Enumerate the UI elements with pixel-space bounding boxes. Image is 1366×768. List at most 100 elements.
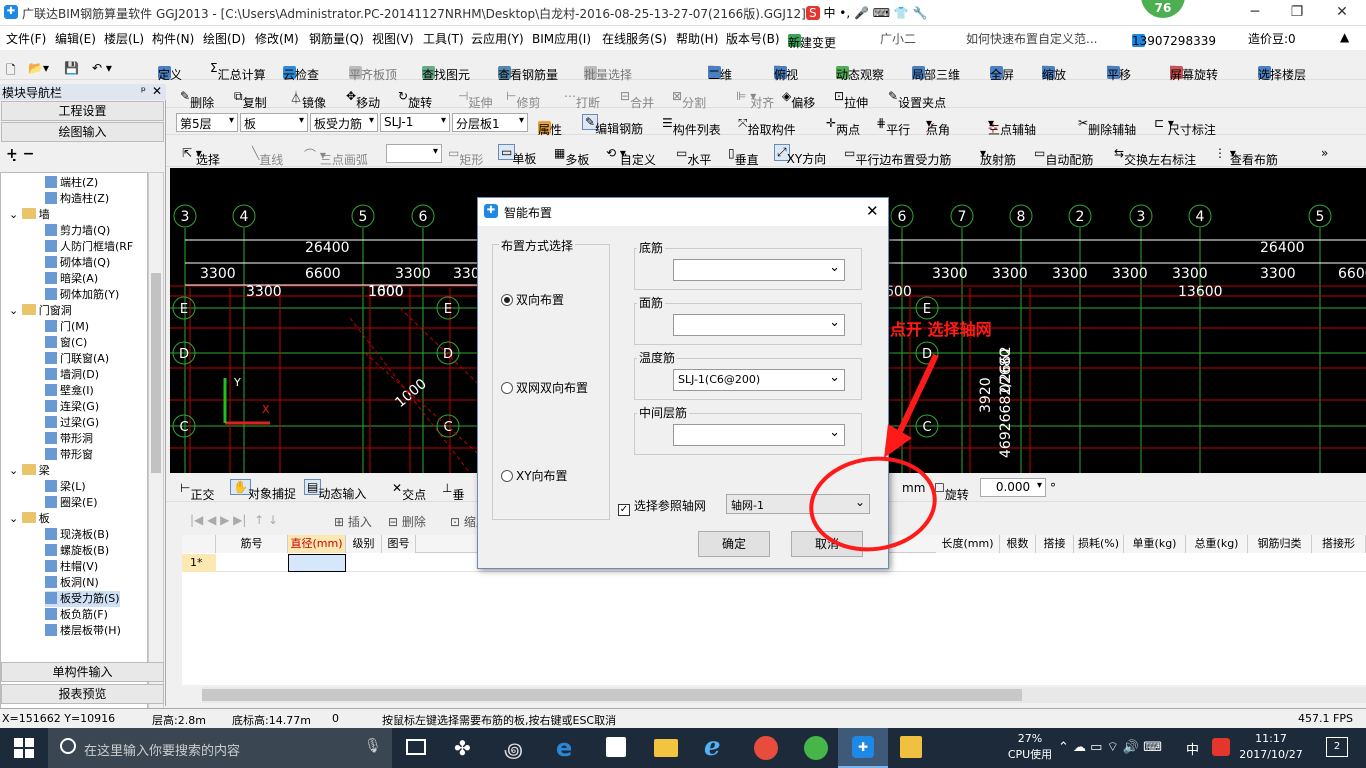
ref-axis-check-icon[interactable]: ✓ <box>618 504 630 516</box>
table-hscrollbar[interactable] <box>202 687 1366 703</box>
merge-button[interactable]: ⊟ 合并 <box>620 89 654 110</box>
menu-version[interactable]: 版本号(B) <box>726 30 780 47</box>
tree-folder[interactable]: ⌄ 板 <box>9 511 50 527</box>
multi-slab-button[interactable]: ▦ 多板 <box>554 146 589 167</box>
col-diameter[interactable]: 直径(mm) <box>288 535 346 553</box>
tree-item[interactable]: 剪力墙(Q) <box>45 223 110 239</box>
xy-direction-button[interactable]: ⤢ XY方向 <box>774 144 826 166</box>
report-preview-button[interactable]: 报表预览 <box>1 684 164 704</box>
radial-rebar-button[interactable]: 放射筋 ▾ <box>980 146 1016 167</box>
ie-icon[interactable]: ℯ <box>704 732 721 762</box>
set-grip-button[interactable]: ✎ 设置夹点 <box>888 89 946 110</box>
col-bar-no[interactable]: 筋号 <box>216 535 288 553</box>
menu-view[interactable]: 视图(V) <box>372 30 414 47</box>
middle-rebar-select[interactable] <box>673 424 845 446</box>
type-select[interactable]: 板 <box>240 113 308 132</box>
tree-item[interactable]: 带形窗 <box>45 447 93 463</box>
menu-online[interactable]: 在线服务(S) <box>602 30 667 47</box>
tree-folder[interactable]: ⌄ 门窗洞 <box>9 303 72 319</box>
active-cell[interactable] <box>288 554 346 572</box>
sogou-browser-icon[interactable] <box>754 736 778 760</box>
col-unit-weight[interactable]: 单重(kg) <box>1124 535 1186 553</box>
project-settings-button[interactable]: 工程设置 <box>1 101 164 121</box>
radio-xy-dot[interactable] <box>501 470 513 482</box>
edit-rebar-button[interactable]: ✎ 编辑钢筋 <box>582 114 643 136</box>
tree-item[interactable]: 人防门框墙(RF <box>45 239 133 255</box>
col-loss[interactable]: 损耗(%) <box>1074 535 1124 553</box>
menu-floor[interactable]: 楼层(L) <box>104 30 144 47</box>
bottom-rebar-select[interactable] <box>673 259 845 281</box>
component-list-button[interactable]: ☰ 构件列表 <box>662 116 721 137</box>
dimension-button[interactable]: ⊏ 尺寸标注 ▾ <box>1154 116 1216 137</box>
break-button[interactable]: ⋯ 打断 <box>564 89 600 110</box>
tree-item[interactable]: 构造柱(Z) <box>45 191 109 207</box>
horizontal-button[interactable]: ▭ 水平 <box>676 146 711 167</box>
nav-first-icon[interactable]: |◀ ◀ ▶ ▶| ↑ ↓ <box>190 513 278 527</box>
pinwheel-app-icon[interactable]: ✤ <box>454 736 471 760</box>
pin-icon[interactable]: ᵖ <box>141 84 146 98</box>
shape-select[interactable] <box>386 144 442 163</box>
menu-tools[interactable]: 工具(T) <box>423 30 464 47</box>
custom-button[interactable]: ⟲ 自定义 ▾ <box>606 146 656 167</box>
tree-item[interactable]: 带形洞 <box>45 431 93 447</box>
menu-modify[interactable]: 修改(M) <box>255 30 299 47</box>
split-button[interactable]: ⊠ 分割 <box>672 89 706 110</box>
rotate-checkbox[interactable]: ☐ 旋转 <box>934 481 969 502</box>
edge-icon[interactable]: e <box>556 734 572 762</box>
layer-select[interactable]: 分层板1 <box>452 113 528 132</box>
col-category[interactable]: 钢筋归类 <box>1248 535 1312 553</box>
save-icon[interactable]: 💾 <box>64 61 79 75</box>
copy-button[interactable]: ⧉ 复制 <box>234 89 267 110</box>
delete-button[interactable]: ✎ 删除 <box>180 89 214 110</box>
clock[interactable]: 11:17 2017/10/27 <box>1238 731 1304 763</box>
col-grade[interactable]: 级别 <box>346 535 382 553</box>
drawing-input-button[interactable]: 绘图输入 <box>1 122 164 142</box>
tree-folder[interactable]: ⌄ 墙 <box>9 207 50 223</box>
minimize-button[interactable]: ─ <box>1238 2 1272 22</box>
tree-item[interactable]: 壁龛(I) <box>45 383 94 399</box>
expand-collapse-icons[interactable]: +̣ − <box>6 146 34 162</box>
tree-item[interactable]: 暗梁(A) <box>45 271 98 287</box>
axis-dropdown-icon[interactable]: ⌄ <box>855 495 865 509</box>
subtype-select[interactable]: 板受力筋 <box>310 113 378 132</box>
tree-item[interactable]: 柱帽(V) <box>45 559 98 575</box>
menu-draw[interactable]: 绘图(D) <box>203 30 246 47</box>
menu-new-change[interactable]: 新建变更 ▾ <box>788 30 836 50</box>
ime-indicator[interactable]: 中 <box>1186 739 1199 758</box>
move-button[interactable]: ✥ 移动 <box>346 89 380 110</box>
tree-item[interactable]: 门联窗(A) <box>45 351 109 367</box>
radio-bidirectional[interactable]: 双向布置 <box>501 291 564 308</box>
dynamic-input-toggle[interactable]: ▤ 动态输入 <box>304 479 366 501</box>
taskbar-search[interactable]: 在这里输入你要搜索的内容 🎙 <box>48 728 392 768</box>
rotate-button[interactable]: ↻ 旋转 <box>398 89 432 110</box>
extend-button[interactable]: ⊣ 延伸 <box>458 89 492 110</box>
temperature-rebar-select[interactable]: SLJ-1(C6@200) <box>673 369 845 391</box>
summary-calc-button[interactable]: Σ 汇总计算 <box>210 61 266 82</box>
menu-edit[interactable]: 编辑(E) <box>55 30 96 47</box>
radio-xy[interactable]: XY向布置 <box>501 467 568 484</box>
360-browser-icon[interactable] <box>804 736 828 760</box>
tree-item[interactable]: 过梁(G) <box>45 415 99 431</box>
chevron-down-icon[interactable]: ⌄ <box>9 512 22 525</box>
sogou-tray-icon[interactable] <box>1212 738 1230 756</box>
tree-item[interactable]: 端柱(Z) <box>45 175 98 191</box>
menu-tip-link[interactable]: 如何快速布置自定义范... <box>966 30 1097 47</box>
two-points-button[interactable]: ✛ 两点 <box>826 116 860 137</box>
tree-item[interactable]: 砌体加筋(Y) <box>45 287 119 303</box>
undo-icon[interactable]: ↶ ▾ <box>92 61 112 75</box>
tree-item[interactable]: 螺旋板(B) <box>45 543 109 559</box>
tray-icons[interactable]: ⌃ ☁ ▭ ⌔ 🔊 ⌨ <box>1058 739 1162 755</box>
tree-item[interactable]: 现浇板(B) <box>45 527 109 543</box>
col-lap[interactable]: 搭接 <box>1036 535 1074 553</box>
menu-rebar[interactable]: 钢筋量(Q) <box>309 30 364 47</box>
select-button[interactable]: ⇱ 选择 ▾ <box>182 146 220 167</box>
arc-button[interactable]: ⌒ 三点画弧 ▾ <box>304 146 368 167</box>
single-component-input-button[interactable]: 单构件输入 <box>1 662 164 682</box>
point-angle-button[interactable]: ⟋ 点角 ▾ <box>926 116 950 137</box>
user-phone[interactable]: 13907298339 ▾ <box>1132 30 1216 48</box>
tree-item[interactable]: 连梁(G) <box>45 399 99 415</box>
parallel-button[interactable]: ⋕ 平行 <box>876 116 910 137</box>
start-button[interactable] <box>14 738 34 758</box>
vertical-button[interactable]: ▯ 垂直 <box>728 146 759 167</box>
rectangle-button[interactable]: ▭ 矩形 <box>448 146 483 167</box>
